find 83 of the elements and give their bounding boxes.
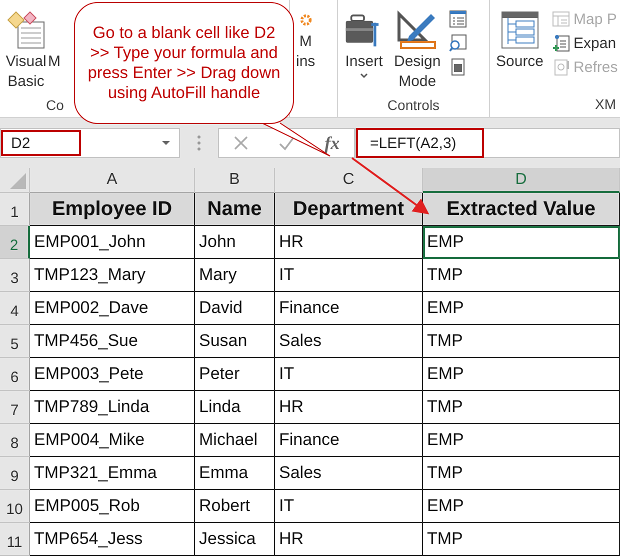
name-box[interactable]: D2 xyxy=(0,128,180,158)
row-header[interactable]: 7 xyxy=(0,391,30,424)
table-cell: Jessica xyxy=(195,523,275,556)
table-cell: TMP xyxy=(423,457,620,490)
table-cell: TMP xyxy=(423,325,620,358)
document-refresh-icon xyxy=(552,58,570,76)
table-cell: Finance xyxy=(275,292,423,325)
table-cell: HR xyxy=(275,226,423,259)
callout-text: Go to a blank cell like D2 >> Type your formula and press Enter >> Drag down using AutoFill handle xyxy=(87,23,281,103)
row-header[interactable]: 3 xyxy=(0,259,30,292)
table-cell: HR xyxy=(275,391,423,424)
table-cell: IT xyxy=(275,490,423,523)
row-header[interactable]: 2 xyxy=(0,226,30,259)
row-header[interactable]: 4 xyxy=(0,292,30,325)
table-cell: TMP789_Linda xyxy=(30,391,195,424)
table-cell: Sales xyxy=(275,325,423,358)
table-cell: EMP001_John xyxy=(30,226,195,259)
table-cell: Susan xyxy=(195,325,275,358)
table-cell: David xyxy=(195,292,275,325)
design-mode-button[interactable]: Design Mode xyxy=(392,6,443,96)
column-header[interactable]: B xyxy=(195,168,275,193)
map-table-icon xyxy=(552,10,570,28)
table-cell: TMP123_Mary xyxy=(30,259,195,292)
table-cell: EMP xyxy=(423,490,620,523)
header-cell: Extracted Value xyxy=(423,193,620,226)
ribbon-command[interactable]: Expan xyxy=(574,34,616,52)
com-addins-button[interactable]: M ins xyxy=(294,6,318,76)
table-cell: HR xyxy=(275,523,423,556)
table-cell: EMP xyxy=(423,292,620,325)
checkmark-icon[interactable] xyxy=(278,135,296,151)
column-header[interactable]: A xyxy=(30,168,195,193)
table-cell: EMP003_Pete xyxy=(30,358,195,391)
table-cell: TMP xyxy=(423,391,620,424)
header-cell: Employee ID xyxy=(30,193,195,226)
table-cell: TMP654_Jess xyxy=(30,523,195,556)
table-cell: EMP004_Mike xyxy=(30,424,195,457)
table-cell: Michael xyxy=(195,424,275,457)
table-cell: TMP xyxy=(423,259,620,292)
table-cell: Sales xyxy=(275,457,423,490)
table-cell: Finance xyxy=(275,424,423,457)
function-button[interactable]: fx xyxy=(324,132,340,154)
table-cell: EMP005_Rob xyxy=(30,490,195,523)
row-header[interactable]: 9 xyxy=(0,457,30,490)
column-header[interactable]: C xyxy=(275,168,423,193)
row-header[interactable]: 6 xyxy=(0,358,30,391)
row-header[interactable]: 5 xyxy=(0,325,30,358)
table-cell: IT xyxy=(275,358,423,391)
header-cell: Department xyxy=(275,193,423,226)
table-cell: IT xyxy=(275,259,423,292)
row-header[interactable]: 1 xyxy=(0,193,30,226)
row-header[interactable]: 8 xyxy=(0,424,30,457)
row-header[interactable]: 11 xyxy=(0,523,30,556)
formula-field[interactable]: =LEFT(A2,3) xyxy=(355,128,620,158)
table-cell: EMP xyxy=(423,424,620,457)
dropdown-icon[interactable] xyxy=(161,140,171,146)
macros-button[interactable]: M xyxy=(48,6,60,76)
dialog-icon[interactable] xyxy=(448,58,467,76)
document-plus-icon[interactable] xyxy=(552,34,570,52)
group-label: Co xyxy=(46,97,64,113)
source-button[interactable]: Source xyxy=(494,6,546,76)
table-cell: EMP002_Dave xyxy=(30,292,195,325)
column-header[interactable]: D xyxy=(423,168,620,193)
table-cell: Mary xyxy=(195,259,275,292)
group-label: Controls xyxy=(387,97,440,113)
magnifier-document-icon[interactable] xyxy=(448,34,467,52)
group-label: XM xyxy=(595,96,616,112)
table-cell: EMP xyxy=(423,358,620,391)
table-cell: Linda xyxy=(195,391,275,424)
table-cell: Emma xyxy=(195,457,275,490)
visual-basic-button[interactable]: Visual Basic xyxy=(4,6,48,96)
row-header[interactable]: 10 xyxy=(0,490,30,523)
table-cell: Robert xyxy=(195,490,275,523)
insert-button[interactable]: Insert xyxy=(342,6,386,84)
list-icon[interactable] xyxy=(448,10,467,28)
chevron-icon xyxy=(359,72,369,80)
grip-icon xyxy=(197,134,201,152)
table-cell: EMP xyxy=(423,226,620,259)
table-cell: TMP xyxy=(423,523,620,556)
table-cell: TMP321_Emma xyxy=(30,457,195,490)
table-cell: TMP456_Sue xyxy=(30,325,195,358)
table-cell: Peter xyxy=(195,358,275,391)
header-cell: Name xyxy=(195,193,275,226)
table-cell: John xyxy=(195,226,275,259)
